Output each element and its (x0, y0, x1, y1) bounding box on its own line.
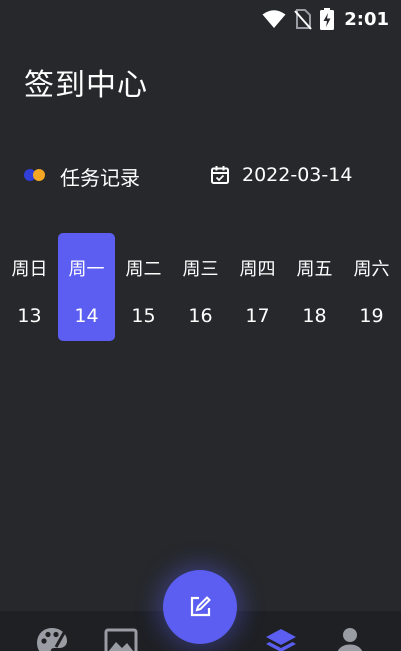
palette-icon (37, 628, 67, 651)
wifi-icon (262, 10, 286, 28)
day-number: 17 (245, 305, 270, 327)
day-name: 周三 (182, 259, 219, 280)
nav-item-palette[interactable] (34, 625, 70, 651)
day-cell[interactable]: 周日 13 (1, 233, 58, 341)
task-row: 任务记录 2022-03-14 (0, 160, 401, 190)
day-number: 15 (131, 305, 156, 327)
battery-charging-icon (320, 8, 335, 30)
edit-icon (190, 596, 211, 617)
day-number: 14 (74, 305, 99, 327)
date-value: 2022-03-14 (242, 164, 353, 186)
day-cell[interactable]: 周一 14 (58, 233, 115, 341)
day-number: 13 (17, 305, 42, 327)
day-name: 周二 (125, 259, 162, 280)
status-icons: 2:01 (262, 7, 389, 31)
calendar-icon (211, 166, 229, 184)
dots-icon (24, 169, 45, 181)
no-sim-icon (294, 9, 312, 30)
date-picker[interactable]: 2022-03-14 (210, 160, 352, 190)
task-record-label: 任务记录 (60, 166, 140, 190)
day-number: 19 (359, 305, 384, 327)
week-strip: 周日 13 周一 14 周二 15 周三 16 周四 17 周五 18 周六 1… (0, 233, 401, 341)
day-cell[interactable]: 周六 19 (343, 233, 400, 341)
image-icon (104, 628, 138, 651)
day-name: 周一 (68, 259, 105, 280)
status-time: 2:01 (344, 8, 389, 30)
day-cell[interactable]: 周三 16 (172, 233, 229, 341)
edit-fab-button[interactable] (163, 570, 237, 644)
layers-icon (266, 629, 296, 651)
day-number: 16 (188, 305, 213, 327)
page-title: 签到中心 (24, 68, 148, 103)
day-cell[interactable]: 周二 15 (115, 233, 172, 341)
screen: 2:01 签到中心 任务记录 2022-03-14 周日 13 周一 14 周二… (0, 0, 401, 651)
day-name: 周六 (353, 259, 390, 280)
user-icon (337, 628, 363, 651)
day-number: 18 (302, 305, 327, 327)
day-name: 周四 (239, 259, 276, 280)
day-name: 周五 (296, 259, 333, 280)
nav-item-layers[interactable] (263, 625, 299, 651)
day-name: 周日 (11, 259, 48, 280)
nav-item-image[interactable] (103, 625, 139, 651)
status-bar: 2:01 (0, 0, 401, 38)
nav-item-profile[interactable] (332, 625, 368, 651)
day-cell[interactable]: 周五 18 (286, 233, 343, 341)
day-cell[interactable]: 周四 17 (229, 233, 286, 341)
